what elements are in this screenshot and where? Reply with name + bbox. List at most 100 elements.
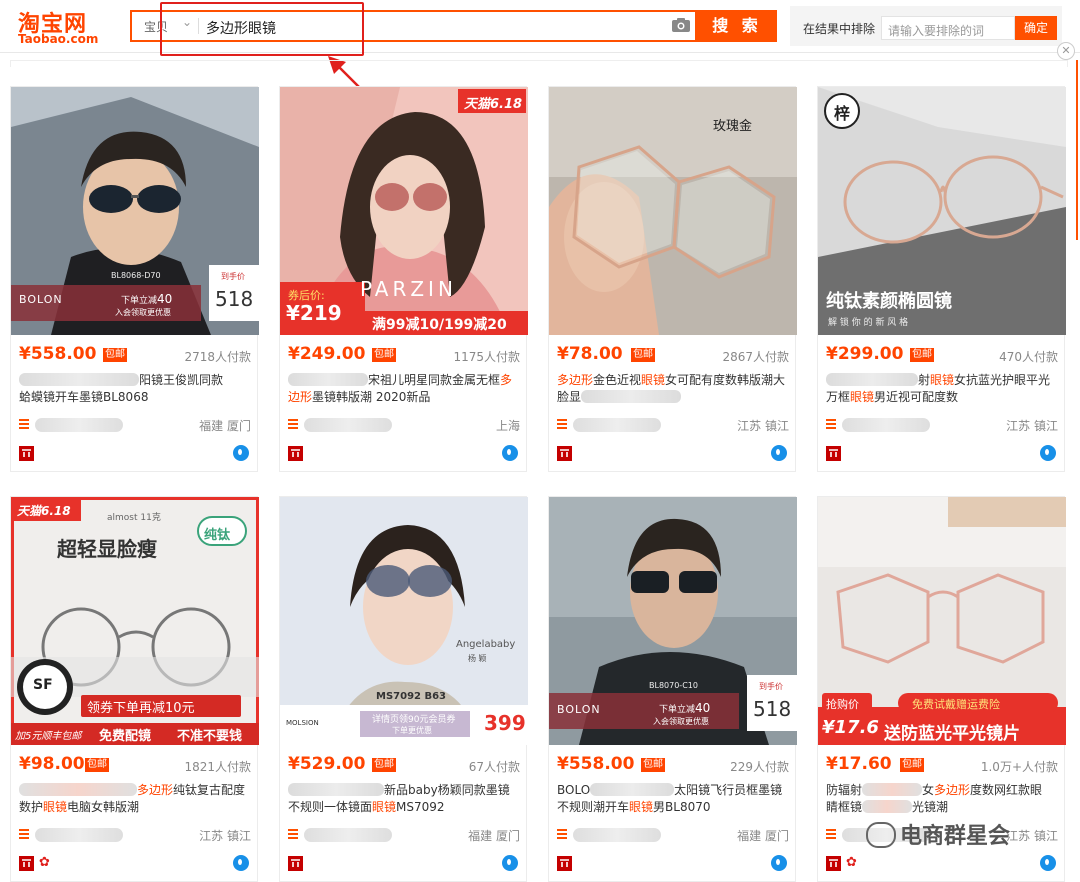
shop-name-blurred[interactable] — [35, 418, 123, 432]
free-shipping-badge: 包邮 — [103, 348, 127, 362]
product-card[interactable]: Angelababy 杨 颖 MS7092 B63 MOLSION 详情页领90… — [279, 496, 528, 882]
product-image[interactable]: BOLON BL8068-D70 下单立减40 入会领取更优惠 到手价 518 — [11, 87, 259, 335]
shop-name-blurred[interactable] — [304, 828, 392, 842]
free-shipping-badge: 包邮 — [900, 758, 924, 772]
aliwangwang-chat-icon[interactable] — [771, 445, 787, 461]
title-part: 墨镜韩版潮 2020新品 — [312, 390, 431, 404]
image-headline: 纯钛素颜椭圆镜 — [826, 291, 952, 312]
image-tag: 天猫6.18 — [464, 97, 523, 112]
image-promo-top: 免费试戴赠运费险 — [912, 698, 1000, 711]
shop-list-icon — [557, 829, 567, 839]
badge-row — [288, 444, 520, 464]
product-image[interactable]: 天猫6.18 PARZIN 券后价: ¥219 满99减10/199减20 — [280, 87, 528, 335]
shop-list-icon — [288, 419, 298, 429]
product-title[interactable]: 防辐射 女多边形度数网红款眼 睛框镜 光镜潮 — [826, 782, 1058, 820]
scroll-indicator — [1076, 60, 1078, 240]
aliwangwang-chat-icon[interactable] — [233, 445, 249, 461]
aliwangwang-chat-icon[interactable] — [502, 855, 518, 871]
image-model: BL8068-D70 — [111, 271, 161, 280]
product-title[interactable]: 新品baby杨颖同款墨镜 不规则一体镜面眼镜MS7092 — [288, 782, 520, 820]
product-image[interactable]: 天猫6.18 almost 11克 超轻显脸瘦 纯钛 SF 领券下单再减10元 … — [11, 497, 259, 745]
image-celebrity-cn: 杨 颖 — [468, 654, 487, 663]
badge-row — [826, 444, 1058, 464]
product-card[interactable]: 梓 纯钛素颜椭圆镜 解 锁 你 的 新 风 格 ¥299.00 包邮 470人付… — [817, 86, 1066, 472]
exclude-filter: 在结果中排除 请输入要排除的词 确定 — [790, 6, 1062, 46]
location: 上海 — [495, 419, 520, 433]
search-button[interactable]: 搜 索 — [697, 10, 777, 42]
shop-name-blurred[interactable] — [842, 418, 930, 432]
image-price: 518 — [753, 697, 792, 721]
aliwangwang-chat-icon[interactable] — [233, 855, 249, 871]
price-row: ¥98.00 包邮 1821人付款 — [19, 754, 251, 776]
title-part: 女可配有度数韩版潮大 — [665, 373, 786, 387]
title-part: BOLO — [557, 783, 591, 797]
title-highlight: 眼镜 — [43, 800, 68, 814]
title-part: 数护 — [19, 800, 44, 814]
product-title[interactable]: 射眼镜女抗蓝光护眼平光 万框眼镜男近视可配度数 — [826, 372, 1058, 410]
title-part: 女 — [922, 783, 935, 797]
product-card[interactable]: BOLON BL8068-D70 下单立减40 入会领取更优惠 到手价 518 … — [10, 86, 259, 472]
shop-list-icon — [826, 419, 836, 429]
location: 福建 厦门 — [468, 829, 520, 843]
product-title[interactable]: 多边形纯钛复古配度 数护眼镜电脑女韩版潮 — [19, 782, 251, 820]
exclude-confirm-button[interactable]: 确定 — [1015, 16, 1057, 40]
title-part: 度数网红款眼 — [970, 783, 1043, 797]
product-image[interactable]: 梓 纯钛素颜椭圆镜 解 锁 你 的 新 风 格 — [818, 87, 1066, 335]
product-image[interactable]: 免费试戴赠运费险 抢购价 ¥17.6 送防蓝光平光镜片 — [818, 497, 1066, 745]
image-promo2: 下单更优惠 — [392, 726, 432, 735]
title-part: 脸显 — [557, 390, 582, 404]
image-promo: 送防蓝光平光镜片 — [884, 724, 1020, 744]
free-shipping-badge: 包邮 — [641, 758, 665, 772]
tmall-icon — [288, 446, 303, 461]
exclude-label: 在结果中排除 — [803, 22, 876, 36]
aliwangwang-chat-icon[interactable] — [502, 445, 518, 461]
results-header-strip — [10, 60, 1068, 67]
buyer-count: 2867人付款 — [722, 350, 789, 364]
exclude-input[interactable]: 请输入要排除的词 — [881, 16, 1015, 40]
buyer-count: 67人付款 — [468, 760, 520, 774]
title-part: 新品baby杨颖同款墨镜 — [384, 783, 510, 797]
product-card[interactable]: 天猫6.18 almost 11克 超轻显脸瘦 纯钛 SF 领券下单再减10元 … — [10, 496, 259, 882]
shop-name-blurred[interactable] — [573, 828, 661, 842]
title-part: 防辐射 — [826, 783, 863, 797]
taobao-logo[interactable]: 淘宝网 Taobao.com — [14, 4, 114, 48]
image-price: 399 — [484, 711, 526, 735]
aliwangwang-chat-icon[interactable] — [1040, 855, 1056, 871]
image-promo2: 入会领取更优惠 — [653, 717, 709, 726]
title-highlight: 眼镜 — [629, 800, 654, 814]
shop-row: 江苏 镇江 — [557, 416, 789, 434]
product-image[interactable]: BOLON BL8070-C10 下单立减40 入会领取更优惠 到手价 518 — [549, 497, 797, 745]
close-icon[interactable]: ✕ — [1057, 42, 1075, 60]
product-card[interactable]: 天猫6.18 PARZIN 券后价: ¥219 满99减10/199减20 ¥2… — [279, 86, 528, 472]
title-highlight: 多边形 — [934, 783, 971, 797]
image-promo: 领券下单再减10元 — [87, 701, 195, 716]
product-image[interactable]: 玫瑰金 — [549, 87, 797, 335]
product-image[interactable]: Angelababy 杨 颖 MS7092 B63 MOLSION 详情页领90… — [280, 497, 528, 745]
aliwangwang-chat-icon[interactable] — [771, 855, 787, 871]
title-part: 电脑女韩版潮 — [67, 800, 140, 814]
product-title[interactable]: BOLO 太阳镜飞行员框墨镜 不规则潮开车眼镜男BL8070 — [557, 782, 789, 820]
title-highlight: 多边形 — [137, 783, 174, 797]
free-shipping-badge: 包邮 — [631, 348, 655, 362]
camera-icon[interactable] — [672, 18, 690, 32]
title-highlight: 眼镜 — [850, 390, 875, 404]
product-price: ¥529.00 — [288, 754, 366, 774]
product-title[interactable]: 阳镜王俊凯同款 蛤蟆镜开车墨镜BL8068 — [19, 372, 251, 410]
free-shipping-badge: 包邮 — [85, 758, 109, 772]
product-title[interactable]: 多边形金色近视眼镜女可配有度数韩版潮大 脸显 — [557, 372, 789, 410]
blurred-text — [288, 783, 384, 796]
shop-name-blurred[interactable] — [573, 418, 661, 432]
product-card[interactable]: BOLON BL8070-C10 下单立减40 入会领取更优惠 到手价 518 … — [548, 496, 797, 882]
product-card[interactable]: 玫瑰金 ¥78.00 包邮 2867人付款 多边形金色近视眼镜女可配有度数韩版潮… — [548, 86, 797, 472]
price-row: ¥17.60 包邮 1.0万+人付款 — [826, 754, 1058, 776]
badge-row — [557, 854, 789, 874]
title-part: 万框 — [826, 390, 851, 404]
title-highlight: 眼镜 — [930, 373, 955, 387]
shop-name-blurred[interactable] — [304, 418, 392, 432]
aliwangwang-chat-icon[interactable] — [1040, 445, 1056, 461]
blurred-text — [826, 373, 918, 386]
location: 福建 厦门 — [737, 829, 789, 843]
product-title[interactable]: 宋祖儿明星同款金属无框多 边形墨镜韩版潮 2020新品 — [288, 372, 520, 410]
shop-name-blurred[interactable] — [35, 828, 123, 842]
buyer-count: 229人付款 — [730, 760, 789, 774]
